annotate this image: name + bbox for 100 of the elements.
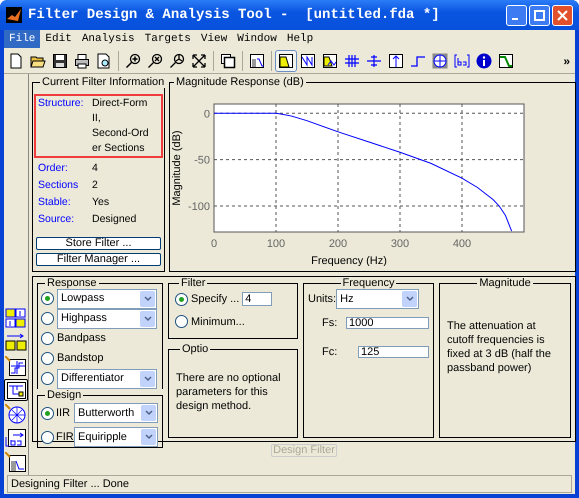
dropdown[interactable]: Hz bbox=[336, 289, 420, 309]
magnitude-text: The attenuation at cutoff frequencies is fixed at 3 dB (half the passband power) bbox=[447, 319, 552, 375]
x-tick-label: 400 bbox=[452, 238, 472, 250]
toolbar-button[interactable] bbox=[275, 50, 297, 72]
pole-zero-icon bbox=[5, 404, 27, 424]
info-value: Designed bbox=[92, 212, 136, 227]
phase-delay-icon bbox=[366, 52, 382, 68]
dropdown[interactable]: Differentiator bbox=[57, 368, 157, 388]
x-tick-label: 100 bbox=[266, 238, 286, 250]
x-tick-label: 300 bbox=[390, 238, 410, 250]
side-tool-button[interactable] bbox=[4, 451, 28, 473]
coefficients-icon bbox=[454, 52, 470, 68]
radio-button[interactable] bbox=[41, 406, 54, 420]
toolbar-overflow-button[interactable]: » bbox=[563, 52, 574, 70]
response-design-icon bbox=[5, 452, 27, 472]
dropdown[interactable]: Lowpass bbox=[57, 288, 157, 308]
options-text: There are no optional parameters for this design method. bbox=[176, 371, 282, 413]
filter-design-icon bbox=[249, 52, 265, 68]
option-label: Bandstop bbox=[57, 351, 104, 366]
group-title: Design bbox=[46, 389, 82, 401]
radio-button[interactable] bbox=[41, 352, 54, 365]
info-icon bbox=[476, 52, 492, 68]
option-label: Bandpass bbox=[57, 331, 106, 346]
magnitude-estimate-icon bbox=[498, 52, 514, 68]
group-title: Magnitude bbox=[478, 277, 532, 289]
frequency-field[interactable]: 1000 bbox=[346, 317, 429, 330]
order-field[interactable]: 4 bbox=[242, 292, 272, 306]
side-tool-button[interactable] bbox=[4, 379, 28, 401]
menu-item[interactable]: Targets bbox=[140, 30, 196, 48]
frequency-field[interactable]: 125 bbox=[358, 346, 429, 358]
radio-button[interactable] bbox=[41, 332, 54, 345]
radio-button[interactable] bbox=[41, 430, 54, 444]
import-coefficients-icon bbox=[5, 428, 27, 448]
menu-item[interactable]: Window bbox=[232, 30, 282, 48]
phase-response-icon bbox=[300, 52, 316, 68]
x-tick-label: 0 bbox=[210, 238, 218, 250]
chevron-down-icon bbox=[144, 316, 152, 322]
group-title: Frequency bbox=[342, 277, 396, 289]
structure-grid-icon bbox=[5, 308, 27, 328]
info-value: 2 bbox=[92, 178, 98, 193]
group-title: Optio bbox=[181, 343, 210, 355]
full-view-icon bbox=[191, 52, 207, 68]
close-icon bbox=[557, 10, 568, 20]
maximize-button[interactable] bbox=[529, 4, 550, 26]
dropdown[interactable]: Butterworth bbox=[74, 403, 158, 423]
info-label: Structure: bbox=[38, 96, 85, 111]
side-tool-button[interactable] bbox=[4, 331, 28, 353]
magnitude-response-icon bbox=[278, 52, 294, 68]
y-tick-label: -100 bbox=[188, 201, 210, 214]
menu-item[interactable]: File bbox=[4, 30, 40, 48]
side-tool-button[interactable] bbox=[4, 307, 28, 329]
chevron-down-icon bbox=[144, 376, 152, 382]
chevron-down-icon bbox=[144, 296, 152, 302]
menu-item[interactable]: Help bbox=[282, 30, 318, 48]
info-label: Source: bbox=[38, 212, 76, 227]
block-diagram-icon bbox=[5, 380, 27, 400]
status-bar: Designing Filter ... Done bbox=[7, 475, 572, 493]
info-label: Order: bbox=[38, 161, 69, 176]
menu-item[interactable]: Edit bbox=[40, 30, 77, 48]
info-value: Yes bbox=[92, 195, 110, 210]
radio-button[interactable] bbox=[41, 292, 54, 305]
store-button[interactable]: Store Filter ... bbox=[36, 237, 161, 250]
info-label: Sections bbox=[38, 178, 80, 193]
magnitude-phase-icon bbox=[322, 52, 338, 68]
radio-button[interactable] bbox=[175, 315, 188, 328]
x-tick-label: 200 bbox=[328, 238, 348, 250]
close-button[interactable] bbox=[552, 4, 573, 26]
radio-button[interactable] bbox=[41, 312, 54, 325]
option-label: Specify ... bbox=[191, 292, 240, 307]
impulse-response-icon bbox=[388, 52, 404, 68]
group-title: Response bbox=[46, 277, 98, 289]
dropdown[interactable]: Equiripple bbox=[74, 427, 158, 447]
y-tick-label: 0 bbox=[204, 108, 210, 120]
radio-button[interactable] bbox=[41, 372, 54, 385]
info-label: Stable: bbox=[38, 195, 72, 210]
chevron-down-icon bbox=[144, 434, 152, 440]
side-tool-button[interactable] bbox=[4, 427, 28, 449]
pole-zero-icon bbox=[432, 52, 448, 68]
quantizer-icon bbox=[5, 356, 27, 376]
option-label: Minimum... bbox=[191, 314, 245, 330]
info-value: Direct-Form II, Second-Ord er Sections bbox=[92, 96, 149, 156]
printer-icon bbox=[74, 52, 90, 68]
group-title: Current Filter Information bbox=[41, 76, 166, 88]
side-tool-button[interactable] bbox=[4, 355, 28, 377]
zoom-in-icon bbox=[125, 52, 141, 68]
dropdown[interactable]: Highpass bbox=[57, 308, 157, 328]
window-title: Filter Design & Analysis Tool - [untitled.fda *] bbox=[28, 6, 440, 24]
new-window-icon bbox=[220, 52, 236, 68]
chevron-down-icon bbox=[406, 296, 414, 302]
chevron-down-icon bbox=[144, 410, 152, 416]
store-button[interactable]: Filter Manager ... bbox=[36, 253, 161, 266]
menu-item[interactable]: Analysis bbox=[76, 30, 140, 48]
side-tool-button[interactable] bbox=[4, 403, 28, 425]
minimize-button[interactable] bbox=[506, 4, 527, 26]
menu-item[interactable]: View bbox=[196, 30, 232, 48]
radio-button[interactable] bbox=[175, 292, 188, 306]
minimize-icon bbox=[512, 18, 518, 20]
group-title: Filter bbox=[180, 277, 206, 289]
units-label: Units: bbox=[308, 292, 336, 307]
field-label: Fc: bbox=[321, 344, 338, 360]
